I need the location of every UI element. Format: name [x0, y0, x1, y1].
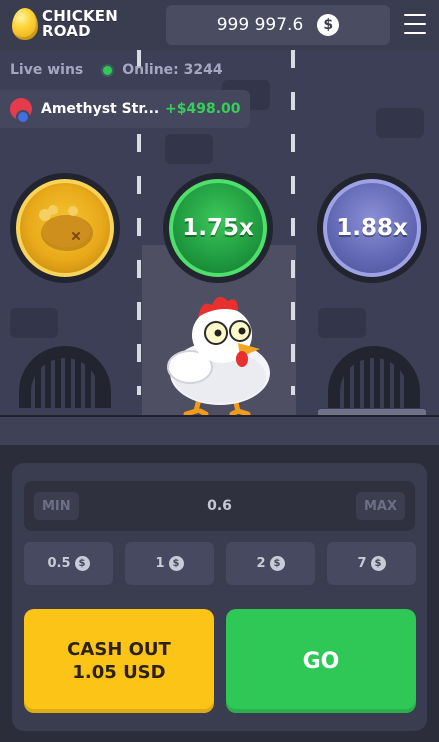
- sidewalk: [0, 417, 439, 445]
- chicken-road-logo: CHICKEN ROAD: [12, 8, 118, 40]
- player-avatar: [10, 98, 32, 124]
- win-amount: +$498.00: [165, 101, 241, 117]
- lane-divider: [291, 50, 295, 395]
- go-label: GO: [302, 648, 340, 674]
- dollar-coin-icon: $: [269, 556, 285, 571]
- dollar-coin-icon: $: [317, 14, 340, 36]
- roast-chicken-coin: [10, 173, 120, 283]
- dollar-coin-icon: $: [74, 556, 90, 571]
- quick-bet-amount: 7: [357, 556, 367, 571]
- cash-out-label: CASH OUT: [67, 639, 171, 660]
- roast-chicken-icon: [39, 205, 93, 251]
- online-count: Online: 3244: [122, 62, 223, 78]
- balance-display: 999 997.6 $: [166, 5, 390, 45]
- egg-icon: [12, 8, 38, 40]
- quick-bet-button[interactable]: 1 $: [125, 542, 214, 585]
- chicken-character: [167, 296, 270, 417]
- cash-out-amount: 1.05 USD: [72, 662, 166, 683]
- wall-brick: [376, 108, 424, 138]
- wall-brick: [10, 308, 58, 338]
- wall-brick: [165, 134, 213, 164]
- quick-bet-button[interactable]: 7 $: [327, 542, 416, 585]
- top-bar: CHICKEN ROAD 999 997.6 $: [0, 0, 439, 50]
- sewer-grate: [19, 346, 111, 408]
- multiplier-coin-next[interactable]: 1.75x: [163, 173, 273, 283]
- go-button[interactable]: GO: [226, 609, 416, 713]
- logo-text-line2: ROAD: [42, 22, 91, 40]
- live-win-entry: Amethyst Str... +$498.00: [0, 90, 250, 128]
- live-wins-label: Live wins: [10, 62, 84, 78]
- bet-controls-panel: MIN 0.6 MAX 0.5 $ 1 $ 2 $ 7 $ CASH OUT 1…: [12, 463, 427, 731]
- max-bet-button[interactable]: MAX: [355, 492, 405, 520]
- quick-bet-amount: 0.5: [47, 556, 71, 571]
- player-name: Amethyst Str...: [41, 101, 159, 117]
- multiplier-value: 1.88x: [323, 179, 421, 277]
- quick-bet-button[interactable]: 2 $: [226, 542, 315, 585]
- min-bet-button[interactable]: MIN: [34, 492, 79, 520]
- wall-brick: [318, 308, 366, 338]
- live-wins-bar: Live wins Online: 3244: [0, 58, 260, 82]
- online-status-icon: [103, 65, 113, 75]
- dollar-coin-icon: $: [168, 556, 184, 571]
- balance-value: 999 997.6: [216, 15, 304, 35]
- quick-bet-button[interactable]: 0.5 $: [24, 542, 113, 585]
- multiplier-coin-future: 1.88x: [317, 173, 427, 283]
- quick-bet-amount: 2: [256, 556, 266, 571]
- road-scene: Live wins Online: 3244 Amethyst Str... +…: [0, 50, 439, 445]
- hamburger-menu-icon[interactable]: [404, 14, 426, 34]
- bet-amount-control: MIN 0.6 MAX: [24, 481, 415, 531]
- sewer-grate: [328, 346, 420, 408]
- quick-bet-amount: 1: [155, 556, 165, 571]
- multiplier-value: 1.75x: [169, 179, 267, 277]
- cash-out-button[interactable]: CASH OUT 1.05 USD: [24, 609, 214, 713]
- dollar-coin-icon: $: [370, 556, 386, 571]
